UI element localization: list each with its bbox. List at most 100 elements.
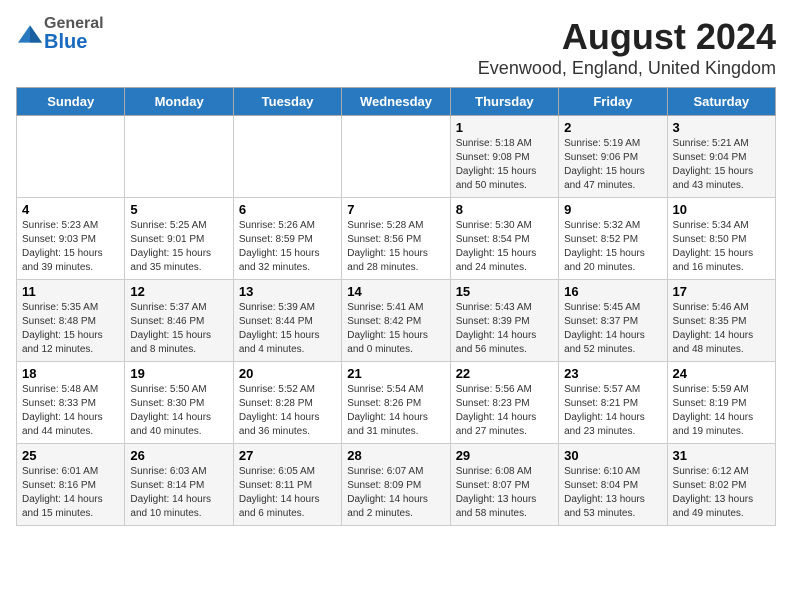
col-header-saturday: Saturday bbox=[667, 88, 775, 116]
day-number: 29 bbox=[456, 448, 553, 463]
day-cell: 11 Sunrise: 5:35 AMSunset: 8:48 PMDayligh… bbox=[17, 280, 125, 362]
day-number: 24 bbox=[673, 366, 770, 381]
day-number: 12 bbox=[130, 284, 227, 299]
day-cell: 12Sunrise: 5:37 AMSunset: 8:46 PMDayligh… bbox=[125, 280, 233, 362]
day-number: 11 bbox=[22, 284, 119, 299]
day-info: Sunrise: 5:50 AMSunset: 8:30 PMDaylight:… bbox=[130, 383, 227, 439]
day-info: Sunrise: 5:25 AMSunset: 9:01 PMDaylight:… bbox=[130, 219, 227, 275]
day-info: Sunrise: 6:03 AMSunset: 8:14 PMDaylight:… bbox=[130, 465, 227, 521]
day-info: Sunrise: 5:56 AMSunset: 8:23 PMDaylight:… bbox=[456, 383, 553, 439]
week-row-2: 4 Sunrise: 5:23 AMSunset: 9:03 PMDaylight… bbox=[17, 198, 776, 280]
day-number: 3 bbox=[673, 120, 770, 135]
day-number: 15 bbox=[456, 284, 553, 299]
logo: General Blue bbox=[16, 16, 104, 52]
logo-icon bbox=[16, 24, 44, 44]
day-number: 10 bbox=[673, 202, 770, 217]
day-cell: 23 Sunrise: 5:57 AMSunset: 8:21 PMDayligh… bbox=[559, 362, 667, 444]
day-cell: 29 Sunrise: 6:08 AMSunset: 8:07 PMDayligh… bbox=[450, 444, 558, 526]
day-info: Sunrise: 5:43 AMSunset: 8:39 PMDaylight:… bbox=[456, 301, 553, 357]
day-info: Sunrise: 6:01 AMSunset: 8:16 PMDaylight:… bbox=[22, 465, 119, 521]
day-cell: 22 Sunrise: 5:56 AMSunset: 8:23 PMDayligh… bbox=[450, 362, 558, 444]
day-cell: 30Sunrise: 6:10 AMSunset: 8:04 PMDayligh… bbox=[559, 444, 667, 526]
day-number: 5 bbox=[130, 202, 227, 217]
calendar-title: August 2024 bbox=[478, 16, 776, 58]
day-number: 23 bbox=[564, 366, 661, 381]
day-number: 4 bbox=[22, 202, 119, 217]
day-cell: 27 Sunrise: 6:05 AMSunset: 8:11 PMDayligh… bbox=[233, 444, 341, 526]
title-block: August 2024 Evenwood, England, United Ki… bbox=[478, 16, 776, 79]
day-number: 13 bbox=[239, 284, 336, 299]
week-row-5: 25 Sunrise: 6:01 AMSunset: 8:16 PMDayligh… bbox=[17, 444, 776, 526]
calendar-subtitle: Evenwood, England, United Kingdom bbox=[478, 58, 776, 79]
day-info: Sunrise: 5:41 AMSunset: 8:42 PMDaylight:… bbox=[347, 301, 444, 357]
day-info: Sunrise: 6:10 AMSunset: 8:04 PMDaylight:… bbox=[564, 465, 661, 521]
day-info: Sunrise: 5:19 AMSunset: 9:06 PMDaylight:… bbox=[564, 137, 661, 193]
day-cell: 28Sunrise: 6:07 AMSunset: 8:09 PMDayligh… bbox=[342, 444, 450, 526]
day-number: 31 bbox=[673, 448, 770, 463]
day-number: 8 bbox=[456, 202, 553, 217]
day-cell bbox=[342, 116, 450, 198]
day-number: 25 bbox=[22, 448, 119, 463]
day-number: 22 bbox=[456, 366, 553, 381]
day-number: 27 bbox=[239, 448, 336, 463]
col-header-sunday: Sunday bbox=[17, 88, 125, 116]
day-cell bbox=[233, 116, 341, 198]
day-info: Sunrise: 6:07 AMSunset: 8:09 PMDaylight:… bbox=[347, 465, 444, 521]
day-cell: 26Sunrise: 6:03 AMSunset: 8:14 PMDayligh… bbox=[125, 444, 233, 526]
day-number: 17 bbox=[673, 284, 770, 299]
col-header-thursday: Thursday bbox=[450, 88, 558, 116]
day-cell: 5 Sunrise: 5:25 AMSunset: 9:01 PMDaylight… bbox=[125, 198, 233, 280]
day-cell: 4 Sunrise: 5:23 AMSunset: 9:03 PMDaylight… bbox=[17, 198, 125, 280]
day-number: 18 bbox=[22, 366, 119, 381]
day-cell: 13 Sunrise: 5:39 AMSunset: 8:44 PMDayligh… bbox=[233, 280, 341, 362]
day-cell: 10 Sunrise: 5:34 AMSunset: 8:50 PMDayligh… bbox=[667, 198, 775, 280]
day-number: 2 bbox=[564, 120, 661, 135]
calendar-header: SundayMondayTuesdayWednesdayThursdayFrid… bbox=[17, 88, 776, 116]
day-number: 19 bbox=[130, 366, 227, 381]
day-cell: 8Sunrise: 5:30 AMSunset: 8:54 PMDaylight… bbox=[450, 198, 558, 280]
day-number: 16 bbox=[564, 284, 661, 299]
day-info: Sunrise: 5:48 AMSunset: 8:33 PMDaylight:… bbox=[22, 383, 119, 439]
day-cell: 25 Sunrise: 6:01 AMSunset: 8:16 PMDayligh… bbox=[17, 444, 125, 526]
day-info: Sunrise: 5:57 AMSunset: 8:21 PMDaylight:… bbox=[564, 383, 661, 439]
day-info: Sunrise: 5:28 AMSunset: 8:56 PMDaylight:… bbox=[347, 219, 444, 275]
day-info: Sunrise: 5:32 AMSunset: 8:52 PMDaylight:… bbox=[564, 219, 661, 275]
col-header-wednesday: Wednesday bbox=[342, 88, 450, 116]
day-info: Sunrise: 5:35 AMSunset: 8:48 PMDaylight:… bbox=[22, 301, 119, 357]
calendar-table: SundayMondayTuesdayWednesdayThursdayFrid… bbox=[16, 87, 776, 526]
page-header: General Blue August 2024 Evenwood, Engla… bbox=[16, 16, 776, 79]
day-info: Sunrise: 6:12 AMSunset: 8:02 PMDaylight:… bbox=[673, 465, 770, 521]
day-info: Sunrise: 5:34 AMSunset: 8:50 PMDaylight:… bbox=[673, 219, 770, 275]
day-info: Sunrise: 5:21 AMSunset: 9:04 PMDaylight:… bbox=[673, 137, 770, 193]
day-cell: 21Sunrise: 5:54 AMSunset: 8:26 PMDayligh… bbox=[342, 362, 450, 444]
day-info: Sunrise: 5:46 AMSunset: 8:35 PMDaylight:… bbox=[673, 301, 770, 357]
calendar-body: 1Sunrise: 5:18 AMSunset: 9:08 PMDaylight… bbox=[17, 116, 776, 526]
col-header-friday: Friday bbox=[559, 88, 667, 116]
day-number: 9 bbox=[564, 202, 661, 217]
day-number: 6 bbox=[239, 202, 336, 217]
day-info: Sunrise: 5:39 AMSunset: 8:44 PMDaylight:… bbox=[239, 301, 336, 357]
logo-blue-text: Blue bbox=[44, 32, 104, 52]
day-info: Sunrise: 5:54 AMSunset: 8:26 PMDaylight:… bbox=[347, 383, 444, 439]
week-row-4: 18 Sunrise: 5:48 AMSunset: 8:33 PMDayligh… bbox=[17, 362, 776, 444]
day-cell: 15 Sunrise: 5:43 AMSunset: 8:39 PMDayligh… bbox=[450, 280, 558, 362]
day-cell: 24 Sunrise: 5:59 AMSunset: 8:19 PMDayligh… bbox=[667, 362, 775, 444]
day-number: 1 bbox=[456, 120, 553, 135]
day-info: Sunrise: 5:59 AMSunset: 8:19 PMDaylight:… bbox=[673, 383, 770, 439]
day-number: 20 bbox=[239, 366, 336, 381]
day-info: Sunrise: 6:08 AMSunset: 8:07 PMDaylight:… bbox=[456, 465, 553, 521]
logo-general-text: General bbox=[44, 16, 104, 32]
day-cell: 9 Sunrise: 5:32 AMSunset: 8:52 PMDaylight… bbox=[559, 198, 667, 280]
day-cell: 19 Sunrise: 5:50 AMSunset: 8:30 PMDayligh… bbox=[125, 362, 233, 444]
col-header-monday: Monday bbox=[125, 88, 233, 116]
day-cell: 14Sunrise: 5:41 AMSunset: 8:42 PMDayligh… bbox=[342, 280, 450, 362]
day-cell: 31 Sunrise: 6:12 AMSunset: 8:02 PMDayligh… bbox=[667, 444, 775, 526]
day-cell: 17 Sunrise: 5:46 AMSunset: 8:35 PMDayligh… bbox=[667, 280, 775, 362]
day-info: Sunrise: 6:05 AMSunset: 8:11 PMDaylight:… bbox=[239, 465, 336, 521]
day-info: Sunrise: 5:23 AMSunset: 9:03 PMDaylight:… bbox=[22, 219, 119, 275]
week-row-1: 1Sunrise: 5:18 AMSunset: 9:08 PMDaylight… bbox=[17, 116, 776, 198]
day-cell: 1Sunrise: 5:18 AMSunset: 9:08 PMDaylight… bbox=[450, 116, 558, 198]
header-row: SundayMondayTuesdayWednesdayThursdayFrid… bbox=[17, 88, 776, 116]
day-cell: 3 Sunrise: 5:21 AMSunset: 9:04 PMDaylight… bbox=[667, 116, 775, 198]
day-cell: 7Sunrise: 5:28 AMSunset: 8:56 PMDaylight… bbox=[342, 198, 450, 280]
